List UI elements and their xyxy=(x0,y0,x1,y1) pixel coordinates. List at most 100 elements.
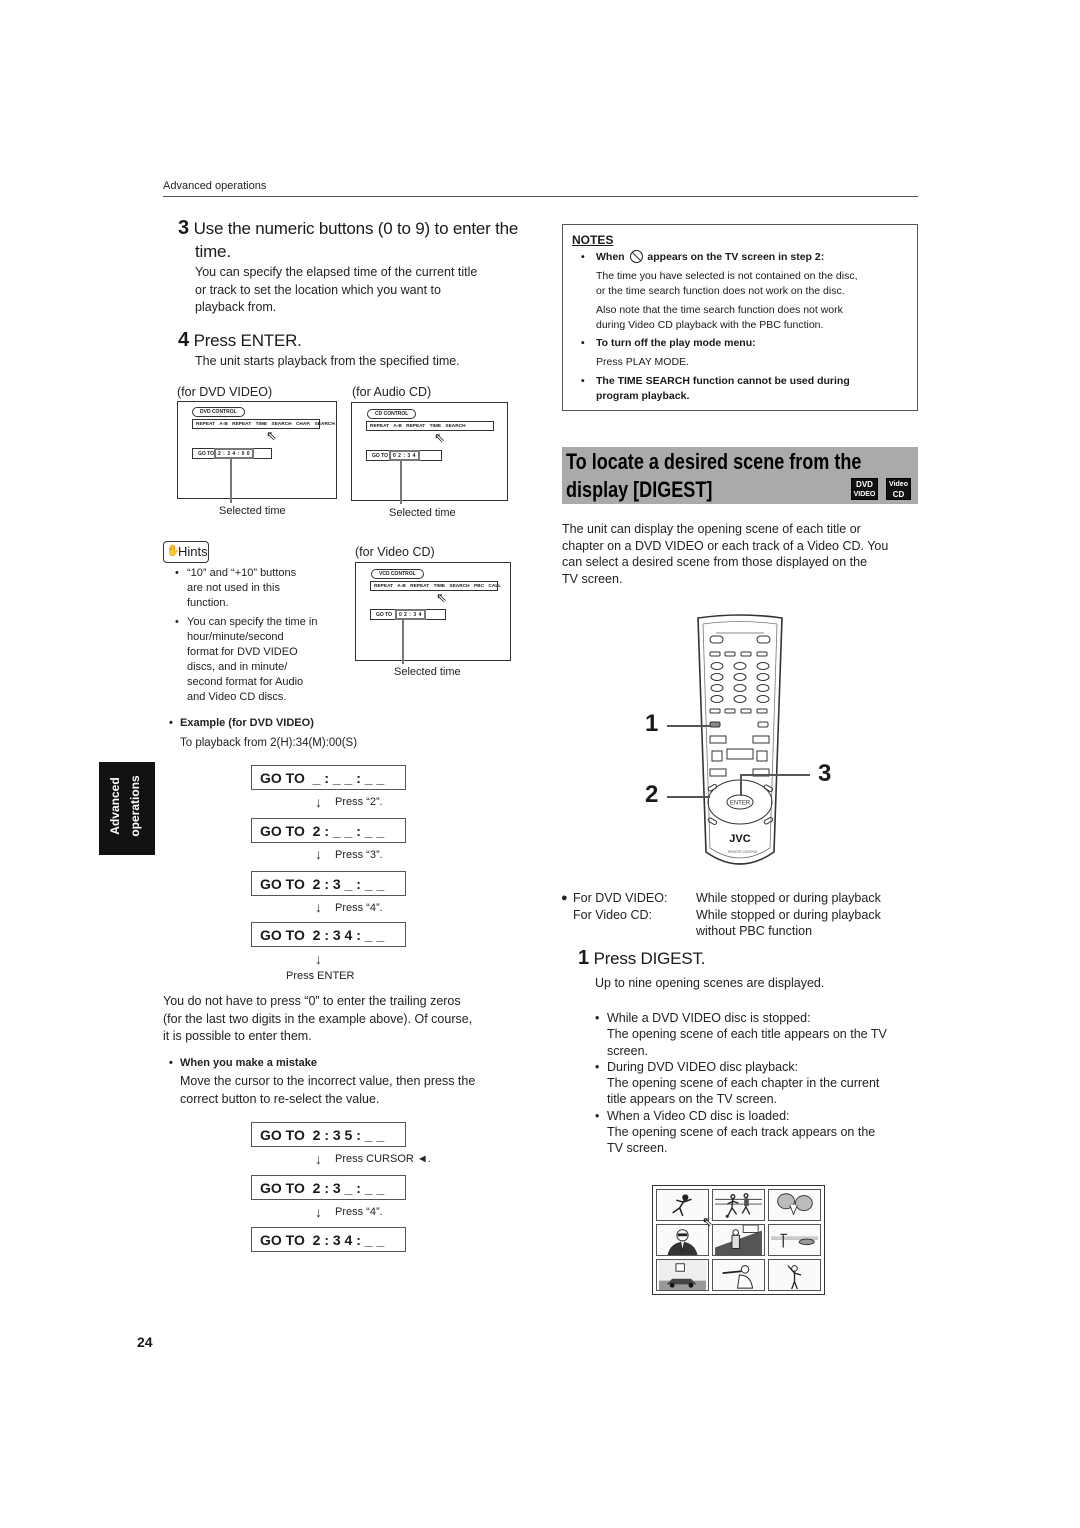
menu-item: A-B REPEAT xyxy=(397,584,430,589)
hint-item: • “10” and “+10” buttons are not used in… xyxy=(175,566,345,611)
scene-thumbnail[interactable] xyxy=(768,1224,821,1256)
scene-thumbnail[interactable] xyxy=(712,1189,765,1221)
text-line: Advanced xyxy=(108,777,122,835)
press-instruction: Press ENTER xyxy=(286,970,355,982)
callout-2: 2 xyxy=(645,781,659,808)
step-number: 1 xyxy=(578,947,590,969)
side-tab: Advanced operations xyxy=(99,762,155,855)
step-4-body: The unit starts playback from the specif… xyxy=(195,354,460,368)
example-body: To playback from 2(H):34(M):00(S) xyxy=(180,737,358,749)
step-1: 1 Press DIGEST. xyxy=(578,947,705,970)
step-title: Use the numeric buttons (0 to 9) to ente… xyxy=(193,219,519,238)
step-1-body: Up to nine opening scenes are displayed. xyxy=(595,976,825,990)
text-line: “10” and “+10” buttons xyxy=(187,567,297,579)
note-2-title: • To turn off the play mode menu: xyxy=(581,337,756,349)
trailing-zeros-note: You do not have to press “0” to enter th… xyxy=(163,993,472,1046)
bullet-item: • When a Video CD disc is loaded: The op… xyxy=(595,1108,887,1157)
note-2-body: Press PLAY MODE. xyxy=(596,356,689,368)
text-line: correct button to re-select the value. xyxy=(180,1091,380,1106)
text-line: (for the last two digits in the example … xyxy=(163,1011,473,1026)
notes-title: NOTES xyxy=(572,233,614,247)
goto-display: GO TO 2 : 3 5 : _ _ xyxy=(251,1122,406,1147)
callout-3: 3 xyxy=(818,760,832,787)
menu-item: TIME SEARCH xyxy=(433,584,470,589)
goto-display: GO TO 2 : 3 4 : _ _ xyxy=(251,1227,406,1252)
step-number: 4 xyxy=(178,329,190,351)
down-arrow-icon: ↓ xyxy=(315,951,322,967)
scene-thumbnail[interactable] xyxy=(768,1189,821,1221)
control-pill: CD CONTROL xyxy=(367,409,417,419)
text-line: To locate a desired scene from the xyxy=(566,449,862,474)
hand-icon: ✋ xyxy=(166,545,180,557)
text-line: operations xyxy=(128,775,142,837)
step-3: 3 Use the numeric buttons (0 to 9) to en… xyxy=(178,217,518,240)
press-instruction: Press CURSOR ◄. xyxy=(335,1153,431,1165)
hints-title: Hints xyxy=(178,544,208,559)
menu-item: TIME SEARCH xyxy=(255,422,292,427)
text-line: Move the cursor to the incorrect value, … xyxy=(180,1074,476,1088)
step-number: 3 xyxy=(178,217,190,239)
note-3: • The TIME SEARCH function cannot be used… xyxy=(581,375,850,402)
cursor-arrow-icon: ⇖ xyxy=(434,430,445,445)
goto-display: GO TO 2 : 3 _ : _ _ xyxy=(251,1175,406,1200)
menu-item: REPEAT xyxy=(370,424,390,429)
menu-item: REPEAT xyxy=(374,584,394,589)
scene-thumbnail[interactable] xyxy=(712,1224,765,1256)
step-3-body: You can specify the elapsed time of the … xyxy=(195,264,477,317)
selected-time-value: 0 2 : 3 4 xyxy=(389,450,420,461)
press-instruction: Press “3”. xyxy=(335,849,383,861)
step-title-cont: time. xyxy=(195,242,231,261)
remote-subtitle: REMOTE CONTROL xyxy=(728,850,758,854)
tv-screen-cd: CD CONTROL REPEAT A-B REPEAT TIME SEARCH… xyxy=(351,402,508,501)
text-line: hour/minute/second xyxy=(187,631,284,643)
menu-item: TIME SEARCH xyxy=(429,424,466,429)
leader-line xyxy=(402,620,404,664)
callout-line xyxy=(740,774,742,796)
text-line: The opening scene of each chapter in the… xyxy=(607,1076,880,1091)
remote-control-illustration: ENTER JVC REMOTE CONTROL xyxy=(697,614,783,865)
text-line: are not used in this xyxy=(187,582,280,594)
menu-item: A-B REPEAT xyxy=(219,422,252,427)
text-line: second format for Audio xyxy=(187,676,304,688)
prohibited-icon xyxy=(629,250,643,263)
enter-key-label: ENTER xyxy=(730,801,751,807)
text-line: TV screen. xyxy=(562,571,623,586)
menu-item: A-B REPEAT xyxy=(393,424,426,429)
step-title: Press ENTER. xyxy=(193,331,302,350)
text-line: function. xyxy=(187,597,229,609)
digest-scene-grid: ⇖ xyxy=(652,1185,825,1295)
section-title-bar: To locate a desired scene from the displ… xyxy=(562,447,918,504)
mistake-title: When you make a mistake xyxy=(180,1057,317,1069)
cursor-arrow-icon: ⇖ xyxy=(702,1214,713,1229)
text-line: it is possible to enter them. xyxy=(163,1029,312,1043)
mistake-heading: • When you make a mistake xyxy=(169,1057,317,1069)
video-cd-badge: Video CD xyxy=(886,478,911,500)
text-line: The unit can display the opening scene o… xyxy=(562,522,861,536)
text: appears on the TV screen in step 2: xyxy=(647,251,825,263)
example-title: Example (for DVD VIDEO) xyxy=(180,717,314,729)
bullet-item: • During DVD VIDEO disc playback: The op… xyxy=(595,1059,887,1108)
down-arrow-icon: ↓ xyxy=(315,846,322,862)
text: The TIME SEARCH function cannot be used … xyxy=(596,375,850,387)
scene-thumbnail[interactable] xyxy=(712,1259,765,1291)
text-line: screen. xyxy=(607,1043,648,1058)
section-title: To locate a desired scene from the displ… xyxy=(566,448,861,504)
scene-thumbnail[interactable] xyxy=(656,1259,709,1291)
condition-value: While stopped or during playback xyxy=(696,907,881,922)
header-rule xyxy=(163,196,918,197)
text-line: or the time search function does not wor… xyxy=(596,285,845,297)
side-tab-label: Advanced operations xyxy=(105,766,145,846)
menu-item: PBC CALL xyxy=(473,584,502,589)
text-line: can select a desired scene from those di… xyxy=(562,555,868,569)
goto-display: GO TO 2 : 3 _ : _ _ xyxy=(251,871,406,896)
screen-caption-cd: (for Audio CD) xyxy=(352,385,432,399)
condition-label: For DVD VIDEO: xyxy=(573,891,668,905)
selected-time-value: 2 : 3 4 : 0 0 xyxy=(214,448,255,459)
text-line: You can specify the time in xyxy=(187,616,318,628)
scene-thumbnail[interactable] xyxy=(768,1259,821,1291)
text-line: discs, and in minute/ xyxy=(187,661,288,673)
dvd-video-badge: DVD VIDEO xyxy=(851,478,878,500)
condition-value: While stopped or during playback xyxy=(696,891,881,905)
goto-display: GO TO _ : _ _ : _ _ xyxy=(251,765,406,790)
menu-item: CHAP. SEARCH xyxy=(295,422,335,427)
